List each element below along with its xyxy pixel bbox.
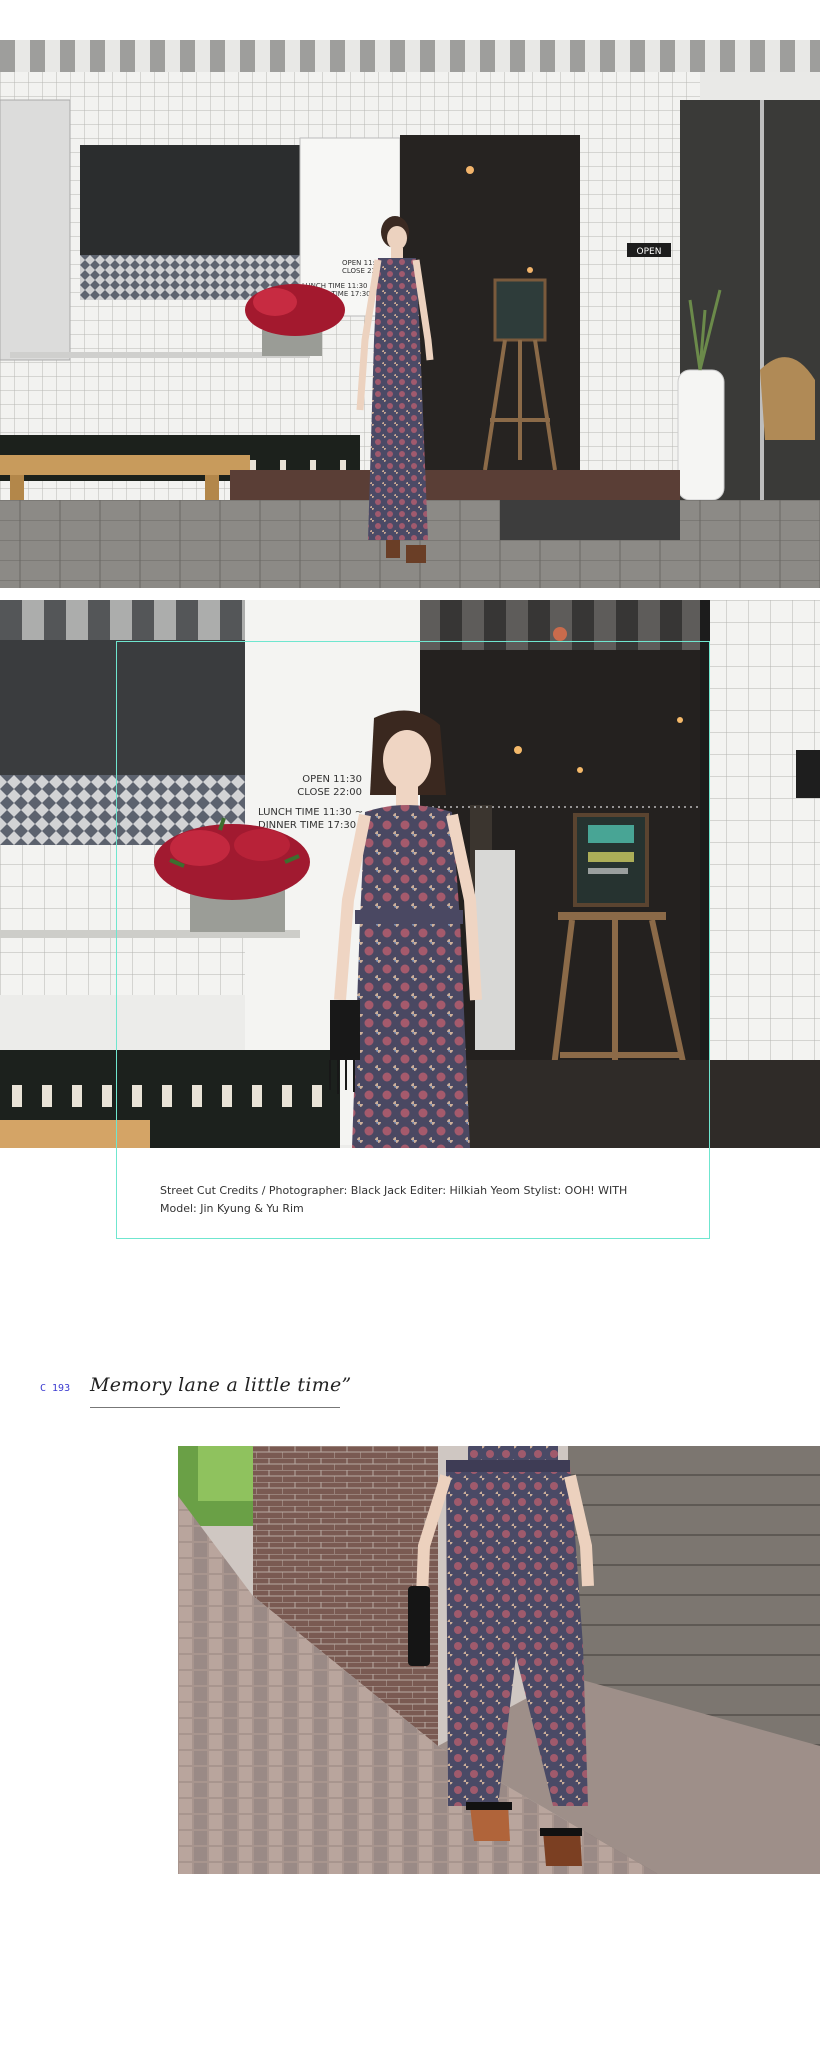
credits-line-1: Street Cut Credits / Photographer: Black…: [160, 1184, 628, 1197]
svg-text:OPEN: OPEN: [637, 247, 662, 257]
product-code-label: C 193: [40, 1383, 71, 1394]
sign-open-hours: OPEN 11:30: [302, 774, 362, 785]
sign-dinner-time: DINNER TIME 17:30: [258, 820, 356, 831]
credits-line-2: Model: Jin Kyung & Yu Rim: [160, 1202, 304, 1215]
photo-credits: Street Cut Credits / Photographer: Black…: [160, 1182, 680, 1218]
sign-lunch-time: LUNCH TIME 11:30 ~: [258, 807, 363, 818]
photo-storefront-full: OPEN 11:30 CLOSE 22:00 LUNCH TIME 11:30 …: [0, 40, 820, 588]
title-underline: [90, 1407, 340, 1408]
photo-brick-sidewalk: [178, 1446, 820, 1874]
photo-storefront-closeup: OPEN 11:30 CLOSE 22:00 LUNCH TIME 11:30 …: [0, 600, 820, 1148]
section-title: Memory lane a little time”: [90, 1374, 352, 1396]
sign-close-hours: CLOSE 22:00: [297, 787, 362, 798]
